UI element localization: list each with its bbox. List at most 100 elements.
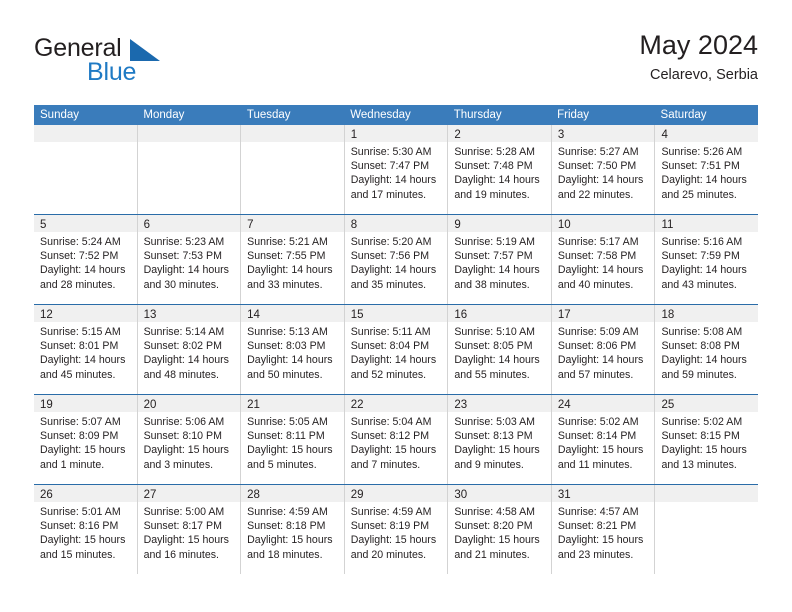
daylight-text-line2: and 7 minutes. xyxy=(350,458,421,471)
day-details: Sunrise: 5:24 AM Sunset: 7:52 PM Daylight:… xyxy=(34,232,137,292)
day-cell-19[interactable]: 19 Sunrise: 5:07 AM Sunset: 8:09 PM Dayligh… xyxy=(34,395,137,484)
sunrise-text: Sunrise: 5:04 AM xyxy=(350,416,432,428)
calendar-week-row: 12 Sunrise: 5:15 AM Sunset: 8:01 PM Dayligh… xyxy=(34,304,759,394)
daylight-text-line1: Daylight: 14 hours xyxy=(350,264,437,277)
daylight-text-line2: and 16 minutes. xyxy=(143,548,219,561)
day-details xyxy=(138,142,241,145)
day-cell-12[interactable]: 12 Sunrise: 5:15 AM Sunset: 8:01 PM Dayligh… xyxy=(34,305,137,394)
day-cell-23[interactable]: 23 Sunrise: 5:03 AM Sunset: 8:13 PM Dayligh… xyxy=(447,395,551,484)
sunset-text: Sunset: 7:50 PM xyxy=(557,160,637,173)
day-cell-10[interactable]: 10 Sunrise: 5:17 AM Sunset: 7:58 PM Dayligh… xyxy=(550,215,655,304)
daylight-text-line1: Daylight: 14 hours xyxy=(350,174,437,187)
day-cell-6[interactable]: 6 Sunrise: 5:23 AM Sunset: 7:53 PM Daylight… xyxy=(136,215,241,304)
day-details: Sunrise: 5:09 AM Sunset: 8:06 PM Daylight:… xyxy=(552,322,655,382)
daylight-text-line1: Daylight: 14 hours xyxy=(143,354,229,367)
daylight-text-line1: Daylight: 14 hours xyxy=(247,354,333,367)
day-number: 6 xyxy=(143,219,150,231)
day-cell-29[interactable]: 29 Sunrise: 4:59 AM Sunset: 8:19 PM Dayligh… xyxy=(343,485,448,574)
day-number-band: 1 xyxy=(344,125,448,142)
daylight-text-line2: and 3 minutes. xyxy=(143,458,214,471)
day-cell-7[interactable]: 7 Sunrise: 5:21 AM Sunset: 7:55 PM Daylight… xyxy=(240,215,344,304)
sunset-text: Sunset: 7:53 PM xyxy=(143,250,222,263)
day-number-band: 14 xyxy=(241,305,344,322)
day-cell-16[interactable]: 16 Sunrise: 5:10 AM Sunset: 8:05 PM Dayligh… xyxy=(447,305,551,394)
day-details: Sunrise: 5:11 AM Sunset: 8:04 PM Daylight:… xyxy=(345,322,448,382)
daylight-text-line1: Daylight: 15 hours xyxy=(454,534,540,547)
day-details: Sunrise: 5:07 AM Sunset: 8:09 PM Daylight:… xyxy=(34,412,137,472)
day-cell-24[interactable]: 24 Sunrise: 5:02 AM Sunset: 8:14 PM Dayligh… xyxy=(550,395,655,484)
day-cell-26[interactable]: 26 Sunrise: 5:01 AM Sunset: 8:16 PM Dayligh… xyxy=(34,485,137,574)
day-cell-27[interactable]: 27 Sunrise: 5:00 AM Sunset: 8:17 PM Dayligh… xyxy=(136,485,241,574)
daylight-text-line2: and 20 minutes. xyxy=(350,548,427,561)
day-number-band: 30 xyxy=(448,485,551,502)
day-number-band: 12 xyxy=(34,305,137,322)
daylight-text-line2: and 55 minutes. xyxy=(454,368,530,381)
day-cell-22[interactable]: 22 Sunrise: 5:04 AM Sunset: 8:12 PM Dayligh… xyxy=(343,395,448,484)
sunset-text: Sunset: 8:03 PM xyxy=(247,340,326,353)
day-cell-31[interactable]: 31 Sunrise: 4:57 AM Sunset: 8:21 PM Dayligh… xyxy=(550,485,655,574)
daylight-text-line2: and 9 minutes. xyxy=(454,458,524,471)
sunset-text: Sunset: 8:20 PM xyxy=(454,520,533,533)
daylight-text-line2: and 18 minutes. xyxy=(247,548,323,561)
day-cell-2[interactable]: 2 Sunrise: 5:28 AM Sunset: 7:48 PM Daylight… xyxy=(447,125,551,214)
day-cell-5[interactable]: 5 Sunrise: 5:24 AM Sunset: 7:52 PM Daylight… xyxy=(34,215,137,304)
day-cell-15[interactable]: 15 Sunrise: 5:11 AM Sunset: 8:04 PM Dayligh… xyxy=(343,305,448,394)
day-number: 13 xyxy=(143,309,157,321)
day-number: 15 xyxy=(350,309,364,321)
day-cell-1[interactable]: 1 Sunrise: 5:30 AM Sunset: 7:47 PM Daylight… xyxy=(343,125,448,214)
sunrise-text: Sunrise: 5:21 AM xyxy=(247,236,328,248)
sunset-text: Sunset: 8:21 PM xyxy=(557,520,637,533)
weekday-header-tuesday: Tuesday xyxy=(246,109,291,121)
day-number: 11 xyxy=(661,219,674,231)
sunset-text: Sunset: 7:59 PM xyxy=(661,250,740,263)
day-cell-25[interactable]: 25 Sunrise: 5:02 AM Sunset: 8:15 PM Dayligh… xyxy=(654,395,759,484)
day-cell-18[interactable]: 18 Sunrise: 5:08 AM Sunset: 8:08 PM Dayligh… xyxy=(654,305,759,394)
weekday-header-saturday: Saturday xyxy=(660,109,707,121)
daylight-text-line2: and 38 minutes. xyxy=(454,278,530,291)
daylight-text-line1: Daylight: 14 hours xyxy=(557,174,644,187)
daylight-text-line2: and 35 minutes. xyxy=(350,278,427,291)
sunrise-text: Sunrise: 5:23 AM xyxy=(143,236,225,248)
day-cell-14[interactable]: 14 Sunrise: 5:13 AM Sunset: 8:03 PM Dayligh… xyxy=(240,305,344,394)
day-number-band: 8 xyxy=(344,215,448,232)
calendar-week-row: 1 Sunrise: 5:30 AM Sunset: 7:47 PM Daylight… xyxy=(34,125,759,214)
day-number-band xyxy=(137,125,241,142)
daylight-text-line2: and 23 minutes. xyxy=(557,548,634,561)
sunrise-text: Sunrise: 5:27 AM xyxy=(557,146,639,158)
day-cell-13[interactable]: 13 Sunrise: 5:14 AM Sunset: 8:02 PM Dayligh… xyxy=(136,305,241,394)
day-cell-28[interactable]: 28 Sunrise: 4:59 AM Sunset: 8:18 PM Dayligh… xyxy=(240,485,344,574)
day-details: Sunrise: 5:16 AM Sunset: 7:59 PM Daylight:… xyxy=(655,232,758,292)
sunrise-text: Sunrise: 5:28 AM xyxy=(454,146,535,158)
sunrise-text: Sunrise: 4:58 AM xyxy=(454,506,535,518)
sunset-text: Sunset: 7:55 PM xyxy=(247,250,326,263)
day-number-band xyxy=(655,485,759,502)
daylight-text-line1: Daylight: 15 hours xyxy=(40,534,126,547)
day-details: Sunrise: 5:28 AM Sunset: 7:48 PM Daylight:… xyxy=(448,142,551,202)
sunrise-text: Sunrise: 5:14 AM xyxy=(143,326,225,338)
day-number: 8 xyxy=(350,219,358,231)
sunrise-text: Sunrise: 5:02 AM xyxy=(661,416,743,428)
day-cell-20[interactable]: 20 Sunrise: 5:06 AM Sunset: 8:10 PM Dayligh… xyxy=(136,395,241,484)
daylight-text-line1: Daylight: 14 hours xyxy=(454,264,540,277)
sunset-text: Sunset: 8:05 PM xyxy=(454,340,533,353)
day-cell-21[interactable]: 21 Sunrise: 5:05 AM Sunset: 8:11 PM Dayligh… xyxy=(240,395,344,484)
sunrise-text: Sunrise: 5:17 AM xyxy=(557,236,639,248)
day-details: Sunrise: 5:17 AM Sunset: 7:58 PM Daylight:… xyxy=(552,232,655,292)
page-title: May 2024 xyxy=(639,30,758,60)
day-details: Sunrise: 5:26 AM Sunset: 7:51 PM Daylight:… xyxy=(655,142,758,202)
brand-logo[interactable]: General Blue xyxy=(34,34,254,94)
day-cell-11[interactable]: 11 Sunrise: 5:16 AM Sunset: 7:59 PM Dayligh… xyxy=(654,215,759,304)
sunrise-text: Sunrise: 5:10 AM xyxy=(454,326,535,338)
day-cell-30[interactable]: 30 Sunrise: 4:58 AM Sunset: 8:20 PM Dayligh… xyxy=(447,485,551,574)
daylight-text-line1: Daylight: 14 hours xyxy=(661,174,747,187)
daylight-text-line2: and 19 minutes. xyxy=(454,188,530,201)
day-cell-9[interactable]: 9 Sunrise: 5:19 AM Sunset: 7:57 PM Daylight… xyxy=(447,215,551,304)
day-number-band: 21 xyxy=(241,395,344,412)
day-cell-4[interactable]: 4 Sunrise: 5:26 AM Sunset: 7:51 PM Daylight… xyxy=(654,125,759,214)
day-details: Sunrise: 5:01 AM Sunset: 8:16 PM Daylight:… xyxy=(34,502,137,562)
day-cell-3[interactable]: 3 Sunrise: 5:27 AM Sunset: 7:50 PM Daylight… xyxy=(550,125,655,214)
day-cell-17[interactable]: 17 Sunrise: 5:09 AM Sunset: 8:06 PM Dayligh… xyxy=(550,305,655,394)
day-number-band: 9 xyxy=(448,215,551,232)
sunrise-text: Sunrise: 5:01 AM xyxy=(40,506,121,518)
day-cell-8[interactable]: 8 Sunrise: 5:20 AM Sunset: 7:56 PM Daylight… xyxy=(343,215,448,304)
